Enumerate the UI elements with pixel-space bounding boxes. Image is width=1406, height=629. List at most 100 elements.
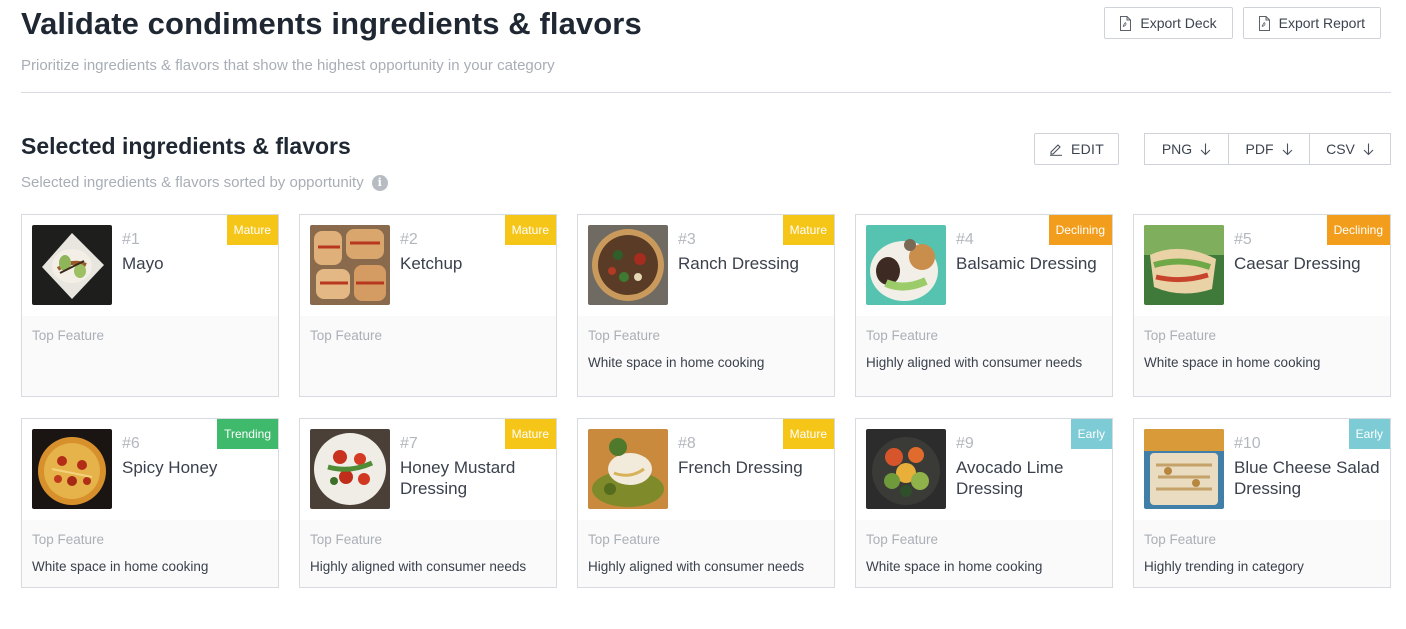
png-download-button[interactable]: PNG <box>1144 133 1229 165</box>
pdf-label: PDF <box>1245 141 1274 157</box>
card-header: #9 Avocado Lime Dressing Early <box>856 419 1112 520</box>
top-feature-value: Highly aligned with consumer needs <box>866 355 1083 370</box>
page-title: Validate condiments ingredients & flavor… <box>21 6 642 41</box>
card-header: #4 Balsamic Dressing Declining <box>856 215 1112 316</box>
top-actions: Export Deck Export Report <box>1104 7 1381 39</box>
info-icon[interactable]: i <box>371 174 388 191</box>
status-badge: Mature <box>782 419 834 449</box>
top-feature-label: Top Feature <box>32 328 105 343</box>
export-format-group: PNG PDF CSV <box>1144 133 1391 165</box>
rank-label: #1 <box>122 231 140 248</box>
top-feature-label: Top Feature <box>1144 532 1217 547</box>
top-feature-label: Top Feature <box>310 328 383 343</box>
ingredient-name: Ketchup <box>400 254 463 273</box>
top-feature-label: Top Feature <box>310 532 383 547</box>
export-deck-label: Export Deck <box>1140 15 1217 31</box>
top-feature-label: Top Feature <box>588 328 661 343</box>
honey-mustard-food-image <box>310 429 390 509</box>
status-badge: Mature <box>782 215 834 245</box>
rank-label: #3 <box>678 231 696 248</box>
export-deck-button[interactable]: Export Deck <box>1104 7 1233 39</box>
top-feature-value: White space in home cooking <box>32 559 209 574</box>
rank-label: #2 <box>400 231 418 248</box>
ingredient-card[interactable]: #3 Ranch Dressing Mature Top Feature Whi… <box>577 214 835 397</box>
ingredient-card[interactable]: #5 Caesar Dressing Declining Top Feature… <box>1133 214 1391 397</box>
csv-download-button[interactable]: CSV <box>1309 133 1391 165</box>
mayo-food-image <box>32 225 112 305</box>
csv-label: CSV <box>1326 141 1355 157</box>
file-icon <box>1120 15 1132 31</box>
card-feature: Top Feature <box>22 316 278 396</box>
top-feature-label: Top Feature <box>588 532 661 547</box>
status-badge: Mature <box>226 215 278 245</box>
ingredient-card[interactable]: #1 Mayo Mature Top Feature <box>21 214 279 397</box>
export-report-button[interactable]: Export Report <box>1242 7 1381 39</box>
top-feature-value: Highly aligned with consumer needs <box>310 559 527 574</box>
card-header: #7 Honey Mustard Dressing Mature <box>300 419 556 520</box>
ingredient-name: Balsamic Dressing <box>956 254 1097 273</box>
ingredient-card[interactable]: #8 French Dressing Mature Top Feature Hi… <box>577 418 835 588</box>
arrow-down-icon <box>1363 143 1374 155</box>
section-subtitle: Selected ingredients & flavors sorted by… <box>21 174 388 191</box>
card-feature: Top Feature White space in home cooking <box>578 316 834 396</box>
card-header: #2 Ketchup Mature <box>300 215 556 316</box>
ingredient-card[interactable]: #9 Avocado Lime Dressing Early Top Featu… <box>855 418 1113 588</box>
ingredient-name: Honey Mustard Dressing <box>400 458 516 498</box>
ingredient-card-grid: #1 Mayo Mature Top Feature #2 Ketchup Ma… <box>21 214 1391 588</box>
ingredient-name: Blue Cheese Salad Dressing <box>1234 458 1380 498</box>
pdf-download-button[interactable]: PDF <box>1228 133 1310 165</box>
ketchup-food-image <box>310 225 390 305</box>
top-feature-label: Top Feature <box>866 328 939 343</box>
ingredient-name: Avocado Lime Dressing <box>956 458 1064 498</box>
french-dressing-food-image <box>588 429 668 509</box>
card-info: #3 Ranch Dressing <box>678 225 799 306</box>
top-feature-value: White space in home cooking <box>866 559 1043 574</box>
card-info: #1 Mayo <box>122 225 164 306</box>
ingredient-card[interactable]: #6 Spicy Honey Trending Top Feature Whit… <box>21 418 279 588</box>
rank-label: #6 <box>122 435 140 452</box>
card-feature: Top Feature White space in home cooking <box>856 520 1112 587</box>
section-subtitle-text: Selected ingredients & flavors sorted by… <box>21 174 364 191</box>
page-subtitle: Prioritize ingredients & flavors that sh… <box>21 57 555 74</box>
top-feature-value: Highly aligned with consumer needs <box>588 559 805 574</box>
ingredient-card[interactable]: #10 Blue Cheese Salad Dressing Early Top… <box>1133 418 1391 588</box>
card-header: #5 Caesar Dressing Declining <box>1134 215 1390 316</box>
top-feature-label: Top Feature <box>866 532 939 547</box>
top-feature-label: Top Feature <box>32 532 105 547</box>
blue-cheese-food-image <box>1144 429 1224 509</box>
status-badge: Declining <box>1326 215 1390 245</box>
status-badge: Mature <box>504 215 556 245</box>
ingredient-card[interactable]: #2 Ketchup Mature Top Feature <box>299 214 557 397</box>
card-feature: Top Feature Highly aligned with consumer… <box>578 520 834 587</box>
section-title: Selected ingredients & flavors <box>21 133 351 159</box>
top-feature-value: Highly trending in category <box>1144 559 1304 574</box>
spicy-honey-food-image <box>32 429 112 509</box>
card-feature: Top Feature Highly trending in category <box>1134 520 1390 587</box>
status-badge: Early <box>1348 419 1390 449</box>
card-header: #10 Blue Cheese Salad Dressing Early <box>1134 419 1390 520</box>
file-icon <box>1258 15 1270 31</box>
ingredient-card[interactable]: #4 Balsamic Dressing Declining Top Featu… <box>855 214 1113 397</box>
status-badge: Trending <box>217 419 278 449</box>
card-feature: Top Feature Highly aligned with consumer… <box>856 316 1112 396</box>
top-feature-label: Top Feature <box>1144 328 1217 343</box>
card-feature: Top Feature <box>300 316 556 396</box>
status-badge: Mature <box>504 419 556 449</box>
ingredient-name: Mayo <box>122 254 164 273</box>
header-divider <box>21 92 1391 93</box>
card-feature: Top Feature Highly aligned with consumer… <box>300 520 556 587</box>
card-feature: Top Feature White space in home cooking <box>22 520 278 587</box>
card-info: #2 Ketchup <box>400 225 462 306</box>
edit-label: EDIT <box>1070 141 1105 157</box>
export-report-label: Export Report <box>1278 15 1365 31</box>
ingredient-name: Spicy Honey <box>122 458 218 477</box>
card-header: #6 Spicy Honey Trending <box>22 419 278 520</box>
png-label: PNG <box>1161 141 1193 157</box>
ingredient-name: Caesar Dressing <box>1234 254 1361 273</box>
pencil-icon <box>1049 144 1062 156</box>
ingredient-card[interactable]: #7 Honey Mustard Dressing Mature Top Fea… <box>299 418 557 588</box>
ranch-dressing-food-image <box>588 225 668 305</box>
edit-button[interactable]: EDIT <box>1034 133 1119 165</box>
caesar-dressing-food-image <box>1144 225 1224 305</box>
card-header: #3 Ranch Dressing Mature <box>578 215 834 316</box>
